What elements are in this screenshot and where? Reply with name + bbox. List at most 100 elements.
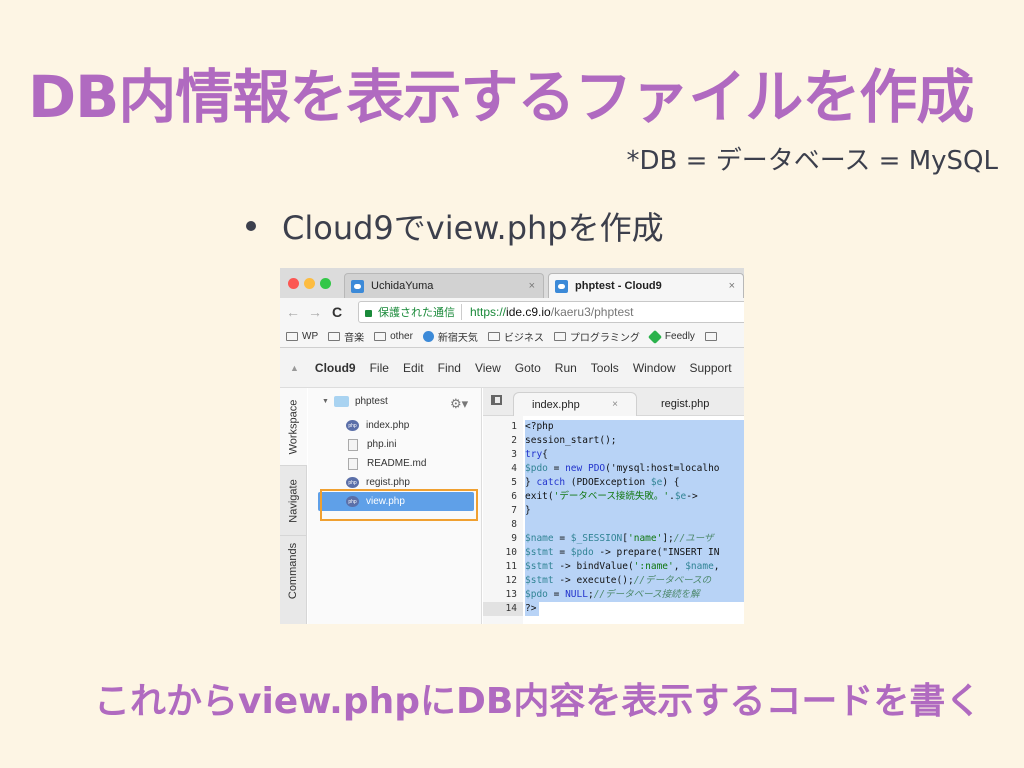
bookmark-wp[interactable]: WP: [286, 331, 318, 342]
tree-file-php-ini[interactable]: php.ini: [318, 435, 474, 454]
menu-tools[interactable]: Tools: [591, 361, 619, 375]
bullet-item: Cloud9でview.phpを作成: [246, 203, 664, 249]
folder-icon: [487, 332, 500, 341]
text-file-icon: [348, 457, 358, 470]
address-bar-row: ← → C 保護された通信 https:// ide.c9.io /kaeru3…: [280, 298, 744, 326]
php-file-icon: php: [346, 477, 359, 488]
code-line: $stmt -> execute();//データベースの: [525, 574, 744, 588]
code-line: $stmt -> bindValue(':name', $name,: [525, 560, 744, 574]
code-line: [525, 518, 744, 532]
gear-icon[interactable]: ⚙▾: [450, 396, 468, 412]
tree-file-index-php[interactable]: php index.php: [318, 416, 474, 435]
security-label: 保護された通信: [378, 304, 462, 320]
line-number: 11: [505, 561, 517, 572]
window-zoom-icon[interactable]: [320, 278, 331, 289]
url-scheme: https://: [470, 305, 507, 319]
footnote: *DB = データベース = MySQL: [626, 146, 998, 176]
folder-label: phptest: [354, 396, 388, 407]
bookmark-label: 新宿天気: [437, 333, 478, 344]
file-tree: ▼ phptest ⚙▾ php index.php php.ini READM…: [308, 388, 482, 624]
bookmarks-bar: WP 音楽 other 新宿天気 ビジネス プログラミング Feedly: [280, 326, 744, 348]
file-label: php.ini: [367, 439, 397, 450]
side-tab-workspace[interactable]: Workspace: [280, 388, 307, 466]
url-input[interactable]: 保護された通信 https:// ide.c9.io /kaeru3/phpte…: [358, 301, 744, 323]
bookmark-programming[interactable]: プログラミング: [553, 329, 640, 344]
close-icon[interactable]: ×: [529, 280, 535, 292]
menu-view[interactable]: View: [475, 361, 501, 375]
lock-icon: [365, 309, 372, 317]
reload-icon[interactable]: C: [332, 304, 342, 320]
line-number: 12: [505, 575, 517, 586]
collapse-menu-icon[interactable]: ▲: [290, 363, 299, 373]
folder-icon: [328, 332, 341, 341]
browser-tab-phptest[interactable]: phptest - Cloud9 ×: [548, 273, 744, 298]
bookmark-label: Feedly: [664, 331, 695, 342]
bookmark-weather[interactable]: 新宿天気: [422, 329, 478, 344]
back-icon[interactable]: ←: [286, 304, 300, 320]
browser-tab-uchidayuma[interactable]: UchidaYuma ×: [344, 273, 544, 298]
line-number: 1: [511, 421, 517, 432]
side-tab-label: Workspace: [287, 399, 300, 454]
php-file-icon: php: [346, 496, 359, 507]
caret-down-icon[interactable]: ▼: [322, 398, 329, 405]
close-icon[interactable]: ×: [729, 280, 735, 292]
tab-label: phptest - Cloud9: [575, 280, 662, 292]
code-editor: index.php × regist.php 1 2 3 4 5 6 7 8 9 10 11 12 13…: [483, 388, 744, 624]
bookmark-music[interactable]: 音楽: [328, 329, 364, 344]
folder-icon: [286, 332, 298, 341]
line-number: 9: [511, 533, 517, 544]
bookmark-label: WP: [302, 331, 319, 342]
line-number: 5: [511, 477, 517, 488]
menu-run[interactable]: Run: [555, 361, 577, 375]
file-label: regist.php: [366, 477, 410, 488]
cloud9-favicon-icon: [555, 279, 568, 293]
bookmark-other[interactable]: other: [374, 331, 413, 342]
tree-file-regist-php[interactable]: php regist.php: [318, 473, 474, 492]
folder-icon: [374, 332, 387, 341]
tree-file-view-php[interactable]: php view.php: [318, 492, 474, 511]
code-line: session_start();: [525, 434, 744, 448]
menu-cloud9[interactable]: Cloud9: [315, 361, 356, 375]
line-number: 14: [483, 602, 523, 616]
window-close-icon[interactable]: [288, 278, 299, 289]
line-number: 8: [511, 519, 517, 530]
tree-root-folder[interactable]: ▼ phptest: [322, 396, 388, 407]
bookmark-feedly[interactable]: Feedly: [647, 329, 695, 344]
editor-tab-label: index.php: [532, 398, 580, 411]
slide-title: DB内情報を表示するファイルを作成: [28, 63, 974, 131]
bookmark-business[interactable]: ビジネス: [487, 329, 544, 344]
editor-tab-index-php[interactable]: index.php ×: [513, 392, 637, 416]
close-icon[interactable]: ×: [612, 399, 618, 410]
forward-icon[interactable]: →: [308, 304, 322, 320]
code-line: }: [525, 504, 744, 518]
menu-edit[interactable]: Edit: [403, 361, 424, 375]
tree-file-readme[interactable]: README.md: [318, 454, 474, 473]
menu-file[interactable]: File: [370, 361, 389, 375]
cloud9-screenshot: UchidaYuma × phptest - Cloud9 × ← → C 保護…: [280, 268, 744, 624]
bookmark-more[interactable]: [704, 332, 721, 341]
code-line: <?php: [525, 420, 744, 434]
window-minimize-icon[interactable]: [304, 278, 315, 289]
code-line: $name = $_SESSION['name'];//ユーザ: [525, 532, 744, 546]
bookmark-label: other: [390, 331, 413, 342]
text-file-icon: [348, 438, 358, 451]
menu-goto[interactable]: Goto: [515, 361, 541, 375]
editor-tabbar: index.php × regist.php: [483, 388, 744, 416]
side-tab-label: Commands: [287, 542, 300, 600]
tab-label: UchidaYuma: [371, 280, 434, 292]
line-number: 4: [511, 463, 517, 474]
bullet-dot-icon: [246, 221, 256, 231]
cloud9-favicon-icon: [351, 279, 364, 293]
menu-find[interactable]: Find: [438, 361, 461, 375]
file-label: index.php: [366, 420, 410, 431]
ide-menubar: ▲ Cloud9 File Edit Find View Goto Run To…: [280, 348, 744, 388]
side-tab-commands[interactable]: Commands: [280, 536, 307, 606]
code-area[interactable]: <?php session_start(); try{$pdo = new PDO(…: [523, 416, 744, 624]
editor-tab-label: regist.php: [661, 398, 710, 410]
side-tab-navigate[interactable]: Navigate: [280, 466, 307, 536]
tabs-menu-icon[interactable]: [491, 395, 502, 405]
menu-window[interactable]: Window: [633, 361, 676, 375]
menu-support[interactable]: Support: [690, 361, 732, 375]
editor-tab-regist-php[interactable]: regist.php: [643, 392, 744, 416]
bullet-text: Cloud9でview.phpを作成: [282, 209, 664, 247]
